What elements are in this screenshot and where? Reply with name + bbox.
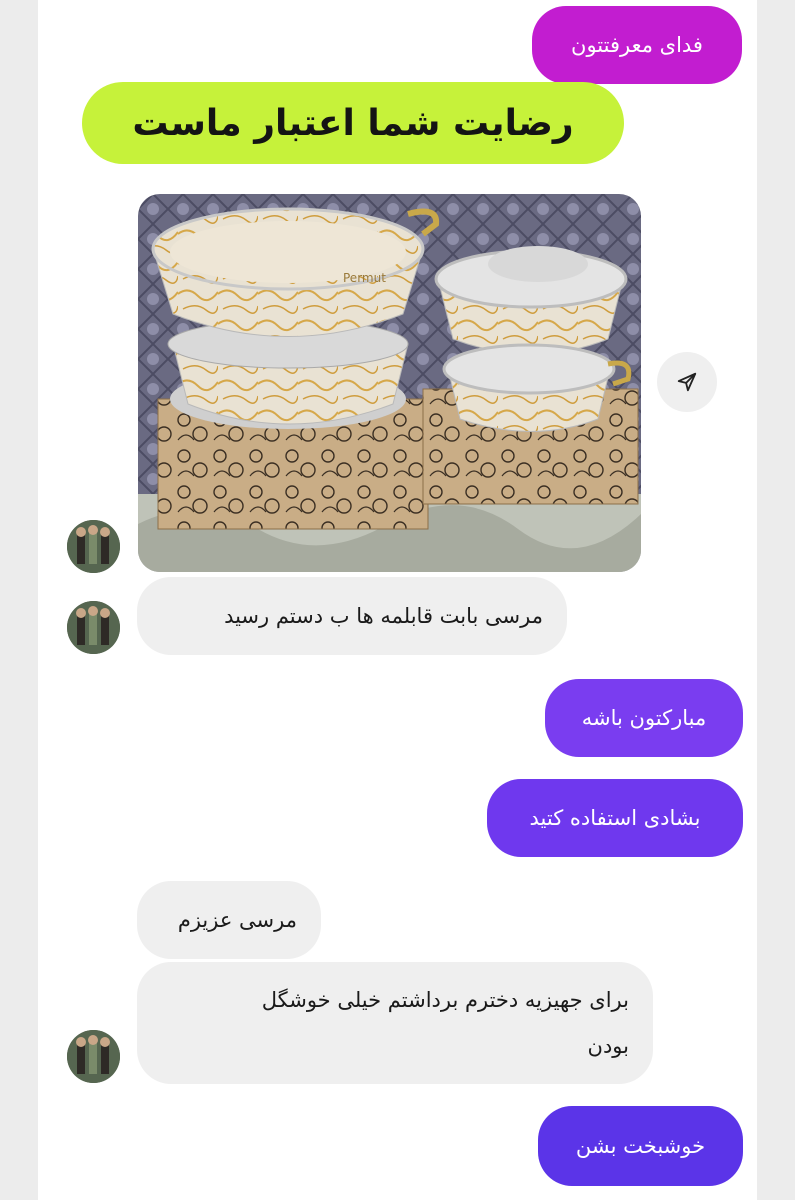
message-text: مرسی بابت قابلمه ها ب دستم رسید bbox=[224, 604, 543, 628]
share-button[interactable] bbox=[657, 352, 717, 412]
message-text: خوشبخت بشن bbox=[575, 1134, 706, 1158]
incoming-message-2[interactable]: مرسی عزیزم bbox=[137, 881, 321, 959]
outgoing-message-2[interactable]: مبارکتون باشه bbox=[545, 679, 743, 757]
pot-brand-text: Permut bbox=[343, 271, 386, 285]
avatar[interactable] bbox=[67, 601, 120, 654]
avatar[interactable] bbox=[67, 1030, 120, 1083]
message-text: مرسی عزیزم bbox=[177, 908, 297, 932]
user-avatar-icon bbox=[67, 1030, 120, 1083]
outgoing-message-3[interactable]: بشادی استفاده کتید bbox=[487, 779, 743, 857]
satisfaction-banner: رضایت شما اعتبار ماست bbox=[82, 82, 624, 164]
right-margin-strip bbox=[757, 0, 795, 1200]
message-text: بشادی استفاده کتید bbox=[529, 806, 701, 830]
cookware-photo-illustration: Permut bbox=[138, 194, 641, 572]
outgoing-message-4[interactable]: خوشبخت بشن bbox=[538, 1106, 743, 1186]
message-text-line-1: برای جهیزیه دخترم برداشتم خیلی خوشگل bbox=[261, 988, 629, 1012]
message-text: فدای معرفتتون bbox=[571, 33, 703, 57]
user-avatar-icon bbox=[67, 601, 120, 654]
user-avatar-icon bbox=[67, 520, 120, 573]
send-icon bbox=[677, 372, 697, 392]
avatar[interactable] bbox=[67, 520, 120, 573]
outgoing-message-1[interactable]: فدای معرفتتون bbox=[532, 6, 742, 84]
message-text-line-2: بودن bbox=[587, 1034, 629, 1058]
message-text: مبارکتون باشه bbox=[581, 706, 707, 730]
product-photo[interactable]: Permut bbox=[138, 194, 641, 572]
left-margin-strip bbox=[0, 0, 38, 1200]
incoming-message-1[interactable]: مرسی بابت قابلمه ها ب دستم رسید bbox=[137, 577, 567, 655]
banner-text: رضایت شما اعتبار ماست bbox=[132, 102, 574, 144]
incoming-message-3[interactable]: برای جهیزیه دخترم برداشتم خیلی خوشگل بود… bbox=[137, 962, 653, 1084]
